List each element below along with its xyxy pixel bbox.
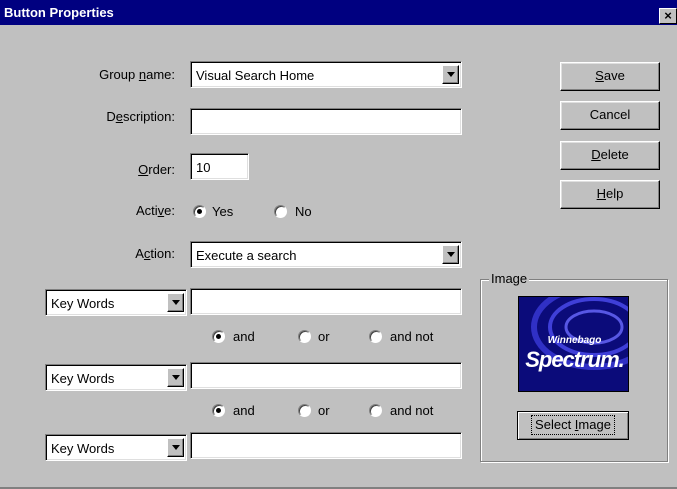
operator-and-radio-1[interactable]: [212, 330, 225, 343]
spectrum-logo-image: Winnebago Spectrum.: [518, 296, 629, 392]
chevron-down-icon[interactable]: [442, 65, 459, 84]
description-input[interactable]: [190, 108, 462, 135]
operator-or-radio-1[interactable]: [298, 330, 311, 343]
title-bar[interactable]: Button Properties: [0, 0, 677, 25]
description-label: Description:: [106, 109, 175, 124]
operator-and-not-label-1: and not: [390, 329, 434, 344]
group-name-label: Group name:: [99, 67, 175, 82]
select-image-label: Select Image: [531, 415, 615, 435]
operator-and-not-radio-2[interactable]: [369, 404, 382, 417]
search-term-input-2[interactable]: [190, 362, 462, 389]
close-button[interactable]: ×: [659, 8, 677, 24]
search-field-value-1: Key Words: [51, 296, 115, 311]
search-term-input-1[interactable]: [190, 288, 462, 315]
order-value: 10: [196, 160, 211, 175]
image-group-title: Image: [489, 271, 530, 286]
order-input[interactable]: 10: [190, 153, 249, 180]
group-name-select[interactable]: Visual Search Home: [190, 61, 462, 88]
search-field-value-2: Key Words: [51, 371, 115, 386]
cancel-button[interactable]: Cancel: [560, 101, 660, 130]
close-icon: ×: [664, 8, 672, 23]
operator-and-not-radio-1[interactable]: [369, 330, 382, 343]
operator-and-label-1: and: [233, 329, 255, 344]
search-field-select-2[interactable]: Key Words: [45, 364, 187, 391]
action-select[interactable]: Execute a search: [190, 241, 462, 268]
help-button[interactable]: Help: [560, 180, 660, 209]
operator-and-not-label-2: and not: [390, 403, 434, 418]
button-properties-dialog: Button Properties × Group name: Visual S…: [0, 0, 677, 489]
operator-and-radio-2[interactable]: [212, 404, 225, 417]
search-field-select-3[interactable]: Key Words: [45, 434, 187, 461]
operator-or-label-2: or: [318, 403, 330, 418]
search-field-select-1[interactable]: Key Words: [45, 289, 187, 316]
save-button[interactable]: Save: [560, 62, 660, 91]
operator-and-label-2: and: [233, 403, 255, 418]
window-title: Button Properties: [4, 5, 114, 20]
chevron-down-icon[interactable]: [167, 368, 184, 387]
active-no-radio[interactable]: [274, 205, 287, 218]
select-image-button[interactable]: Select Image: [517, 411, 629, 440]
chevron-down-icon[interactable]: [167, 438, 184, 457]
logo-small-text: Winnebago: [547, 335, 602, 346]
logo-big-text: Spectrum.: [525, 347, 625, 372]
active-yes-label: Yes: [212, 204, 234, 219]
action-label: Action:: [135, 246, 175, 261]
chevron-down-icon[interactable]: [167, 293, 184, 312]
group-name-value: Visual Search Home: [196, 68, 315, 83]
active-yes-radio[interactable]: [193, 205, 206, 218]
operator-or-label-1: or: [318, 329, 330, 344]
delete-button[interactable]: Delete: [560, 141, 660, 170]
search-field-value-3: Key Words: [51, 441, 115, 456]
active-label: Active:: [135, 203, 175, 218]
chevron-down-icon[interactable]: [442, 245, 459, 264]
search-term-input-3[interactable]: [190, 432, 462, 459]
operator-or-radio-2[interactable]: [298, 404, 311, 417]
active-no-label: No: [295, 204, 312, 219]
order-label: Order:: [138, 162, 175, 177]
action-value: Execute a search: [196, 248, 297, 263]
